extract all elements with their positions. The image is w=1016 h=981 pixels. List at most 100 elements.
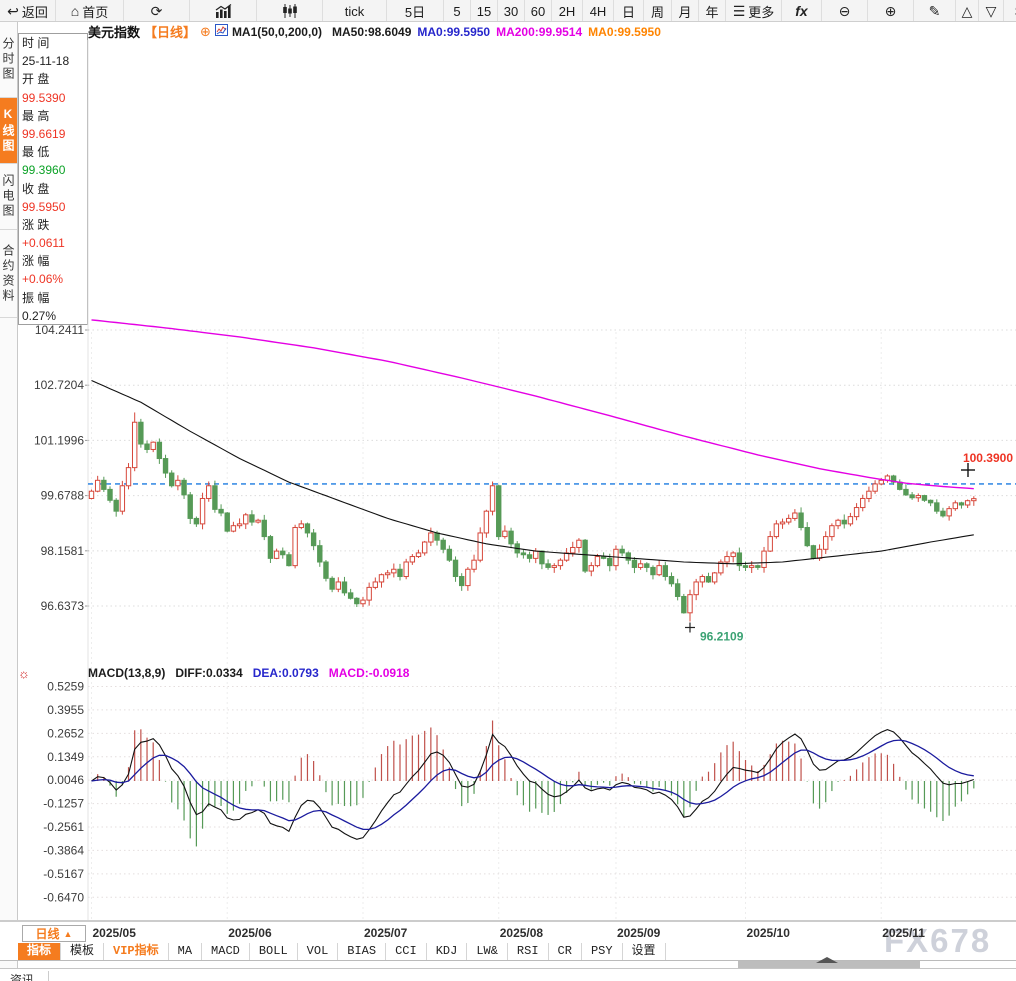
indicator-tab-VIP指标[interactable]: VIP指标	[104, 943, 169, 960]
indicator-tab-VOL[interactable]: VOL	[298, 943, 339, 960]
price-macd-chart[interactable]: 104.2411102.7204101.199699.678898.158196…	[0, 40, 1016, 922]
indicator-tab-模板[interactable]: 模板	[61, 943, 104, 960]
indicator-tab-指标[interactable]: 指标	[18, 943, 61, 960]
ma-value: MA200:99.9514	[496, 25, 582, 39]
toolbar-item-15[interactable]: 15	[471, 0, 498, 22]
price-axis-label: 98.1581	[41, 544, 85, 558]
indicator-tab-CCI[interactable]: CCI	[386, 943, 427, 960]
period-tag: 【日线】	[144, 22, 196, 41]
toolbar-item-2H[interactable]: 2H	[552, 0, 583, 22]
diff-line	[92, 730, 974, 840]
month-label: 2025/08	[500, 926, 543, 940]
toolbar-item-tick[interactable]: tick	[323, 0, 387, 22]
back-icon: ↩	[7, 4, 19, 18]
macd-title: MACD(13,8,9)	[88, 666, 165, 682]
dea-line	[92, 740, 974, 829]
macd-settings-icon[interactable]: ☼	[18, 666, 30, 681]
indicator-tab-CR[interactable]: CR	[549, 943, 582, 960]
toolbar-item-4H[interactable]: 4H	[583, 0, 614, 22]
toolbar-item-60[interactable]: 60	[525, 0, 552, 22]
fx-icon: fx	[795, 4, 807, 18]
indicator-tab-RSI[interactable]: RSI	[508, 943, 549, 960]
toolbar-item-更多[interactable]: ☰更多	[726, 0, 782, 22]
panel-expand-handle[interactable]	[816, 957, 838, 963]
toolbar-item-bar-chart-icon[interactable]	[190, 0, 257, 22]
toolbar-item-label: 4H	[590, 4, 607, 19]
toolbar-item-label: 年	[705, 2, 718, 21]
month-label: 2025/11	[882, 926, 925, 940]
app-window: ↩返回⌂首页 ⟳ tick 5日 5 15 30 60 2H 4H 日周月年 ☰更多 fx ⊖ ⊕ ✎ △ ▽ $模…	[0, 0, 1016, 981]
add-indicator-icon[interactable]: ⊕	[200, 24, 211, 40]
month-label: 2025/07	[364, 926, 407, 940]
month-label: 2025/09	[617, 926, 660, 940]
toolbar-item-5日[interactable]: 5日	[387, 0, 444, 22]
toolbar-item-label: 月	[678, 2, 691, 21]
news-tab[interactable]: 资讯	[8, 971, 49, 981]
indicator-tab-BOLL[interactable]: BOLL	[250, 943, 298, 960]
macd-axis-label: 0.0046	[47, 773, 84, 787]
indicator-tab-KDJ[interactable]: KDJ	[427, 943, 468, 960]
toolbar-item-refresh-icon[interactable]: ⟳	[124, 0, 190, 22]
toolbar-item-pencil-icon[interactable]: ✎	[914, 0, 956, 22]
macd-plot	[92, 721, 974, 847]
indicator-tab-LW&[interactable]: LW&	[467, 943, 508, 960]
period-selector-button[interactable]: 日线 ▲	[22, 925, 86, 942]
toolbar-item-label: 周	[651, 2, 664, 21]
macd-header: MACD(13,8,9) DIFF:0.0334DEA:0.0793MACD:-…	[88, 666, 409, 682]
pencil-icon: ✎	[929, 4, 941, 18]
macd-axis-label: -0.3864	[43, 843, 84, 857]
toolbar-item-日[interactable]: 日	[614, 0, 644, 22]
toolbar-item-返回[interactable]: ↩返回	[0, 0, 56, 22]
month-label: 2025/10	[747, 926, 790, 940]
indicator-tab-设置[interactable]: 设置	[623, 943, 666, 960]
toolbar-item-5[interactable]: 5	[444, 0, 471, 22]
time-axis: 日线 ▲ 2025/052025/062025/072025/082025/09…	[0, 921, 1016, 943]
macd-axis-label: 0.1349	[47, 750, 84, 764]
ma-value: MA50:98.6049	[332, 25, 411, 39]
ma-value: MA0:99.5950	[417, 25, 490, 39]
ma-values: MA50:98.6049MA0:99.5950MA200:99.9514MA0:…	[326, 25, 661, 39]
triangle-up-icon: △	[962, 4, 973, 18]
macd-value: DEA:0.0793	[253, 666, 319, 682]
zoom-in-icon: ⊕	[885, 4, 897, 18]
price-axis-label: 102.7204	[34, 378, 84, 392]
indicator-tab-PSY[interactable]: PSY	[582, 943, 623, 960]
indicator-tab-MACD[interactable]: MACD	[202, 943, 250, 960]
low-annotation-label: 96.2109	[700, 629, 744, 643]
mini-chart-icon[interactable]	[215, 24, 228, 39]
toolbar-item-label: 60	[531, 4, 545, 19]
triangle-down-icon: ▽	[986, 4, 997, 18]
ma200-line	[92, 320, 974, 489]
symbol-name: 美元指数	[88, 22, 140, 41]
toolbar-item-年[interactable]: 年	[699, 0, 726, 22]
indicator-tab-BIAS[interactable]: BIAS	[338, 943, 386, 960]
toolbar-item-triangle-down-icon[interactable]: ▽	[979, 0, 1004, 22]
toolbar-item-candlestick-icon[interactable]	[257, 0, 323, 22]
toolbar-item-模拟[interactable]: $模拟	[1004, 0, 1016, 22]
toolbar-item-周[interactable]: 周	[644, 0, 672, 22]
refresh-icon: ⟳	[151, 4, 163, 18]
price-axis-label: 99.6788	[41, 489, 85, 503]
candlestick-icon	[282, 4, 298, 18]
triangle-up-small-icon: ▲	[64, 929, 73, 939]
macd-axis-label: -0.5167	[43, 867, 84, 881]
toolbar-item-zoom-out-icon[interactable]: ⊖	[822, 0, 868, 22]
toolbar-item-label: 15	[477, 4, 491, 19]
macd-axis-label: 0.3955	[47, 703, 84, 717]
toolbar-item-label: tick	[345, 4, 365, 19]
bar-chart-icon	[215, 4, 232, 18]
toolbar-item-zoom-in-icon[interactable]: ⊕	[868, 0, 914, 22]
macd-axis-label: -0.1257	[43, 797, 84, 811]
toolbar-item-30[interactable]: 30	[498, 0, 525, 22]
toolbar-item-月[interactable]: 月	[672, 0, 699, 22]
indicator-tab-MA[interactable]: MA	[169, 943, 202, 960]
toolbar-item-label: 首页	[82, 2, 108, 21]
chart-title-row: 美元指数 【日线】 ⊕ MA1(50,0,200,0) MA50:98.6049…	[88, 23, 661, 40]
toolbar-item-triangle-up-icon[interactable]: △	[956, 0, 979, 22]
toolbar-item-label: 5日	[405, 2, 425, 21]
toolbar-item-label: 更多	[748, 2, 774, 21]
toolbar-item-label: 2H	[559, 4, 576, 19]
toolbar-item-首页[interactable]: ⌂首页	[56, 0, 124, 22]
period-selector-label: 日线	[36, 925, 60, 942]
toolbar-item-fx-icon[interactable]: fx	[782, 0, 822, 22]
